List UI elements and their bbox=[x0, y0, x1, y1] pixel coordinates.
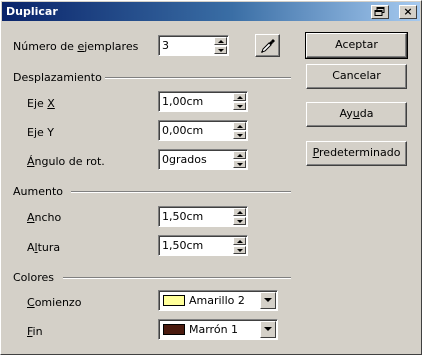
end-color-swatch bbox=[163, 324, 185, 335]
x-axis-up-button[interactable] bbox=[233, 93, 246, 101]
close-icon: × bbox=[403, 5, 413, 18]
y-axis-label: Eje Y bbox=[27, 126, 54, 139]
width-stepper[interactable] bbox=[158, 206, 248, 227]
rotation-angle-down-button[interactable] bbox=[233, 160, 246, 168]
y-axis-input[interactable] bbox=[161, 123, 231, 138]
window-title: Duplicar bbox=[6, 5, 58, 18]
end-color-dropdown-button[interactable] bbox=[260, 321, 276, 338]
rotation-angle-up-button[interactable] bbox=[233, 151, 246, 159]
width-down-button[interactable] bbox=[233, 217, 246, 225]
start-color-value: Amarillo 2 bbox=[189, 294, 245, 307]
restore-icon bbox=[374, 7, 385, 16]
restore-button[interactable] bbox=[371, 5, 389, 19]
rotation-angle-label: Ángulo de rot. bbox=[27, 155, 105, 168]
duplicate-dialog: Duplicar × Número de ejemplares Desplaza… bbox=[0, 0, 422, 355]
start-color-label: Comienzo bbox=[27, 296, 82, 309]
x-axis-down-button[interactable] bbox=[233, 102, 246, 110]
start-color-dropdown-button[interactable] bbox=[260, 292, 276, 309]
copies-stepper[interactable] bbox=[158, 35, 229, 56]
displacement-divider bbox=[105, 77, 291, 79]
copies-down-button[interactable] bbox=[214, 46, 227, 54]
y-axis-up-button[interactable] bbox=[233, 122, 246, 130]
pipette-icon bbox=[260, 39, 275, 54]
width-input[interactable] bbox=[161, 209, 231, 224]
height-up-button[interactable] bbox=[233, 237, 246, 245]
start-color-select[interactable]: Amarillo 2 bbox=[158, 290, 278, 311]
title-bar[interactable]: Duplicar × bbox=[2, 2, 420, 21]
y-axis-down-button[interactable] bbox=[233, 131, 246, 139]
rotation-angle-stepper[interactable] bbox=[158, 149, 248, 170]
colors-divider bbox=[63, 277, 291, 279]
height-label: Altura bbox=[27, 241, 61, 254]
close-button[interactable]: × bbox=[399, 5, 417, 19]
help-button[interactable]: Ayuda bbox=[306, 102, 407, 127]
copies-label: Número de ejemplares bbox=[13, 40, 139, 53]
end-color-value: Marrón 1 bbox=[189, 323, 239, 336]
cancel-button[interactable]: Cancelar bbox=[306, 64, 407, 89]
height-down-button[interactable] bbox=[233, 246, 246, 254]
pipette-button[interactable] bbox=[255, 34, 280, 57]
copies-up-button[interactable] bbox=[214, 37, 227, 45]
end-color-label: Fin bbox=[27, 325, 43, 338]
default-button[interactable]: Predeterminado bbox=[306, 141, 407, 166]
displacement-section-label: Desplazamiento bbox=[13, 71, 102, 84]
height-input[interactable] bbox=[161, 238, 231, 253]
start-color-swatch bbox=[163, 295, 185, 306]
ok-button[interactable]: Aceptar bbox=[305, 32, 408, 59]
rotation-angle-input[interactable] bbox=[161, 152, 231, 167]
copies-input[interactable] bbox=[161, 38, 211, 53]
width-up-button[interactable] bbox=[233, 208, 246, 216]
x-axis-input[interactable] bbox=[161, 94, 231, 109]
y-axis-stepper[interactable] bbox=[158, 120, 248, 141]
enlargement-divider bbox=[71, 191, 291, 193]
end-color-select[interactable]: Marrón 1 bbox=[158, 319, 278, 340]
x-axis-label: Eje X bbox=[27, 97, 55, 110]
enlargement-section-label: Aumento bbox=[13, 185, 63, 198]
colors-section-label: Colores bbox=[13, 271, 54, 284]
width-label: Ancho bbox=[27, 211, 62, 224]
x-axis-stepper[interactable] bbox=[158, 91, 248, 112]
height-stepper[interactable] bbox=[158, 235, 248, 256]
